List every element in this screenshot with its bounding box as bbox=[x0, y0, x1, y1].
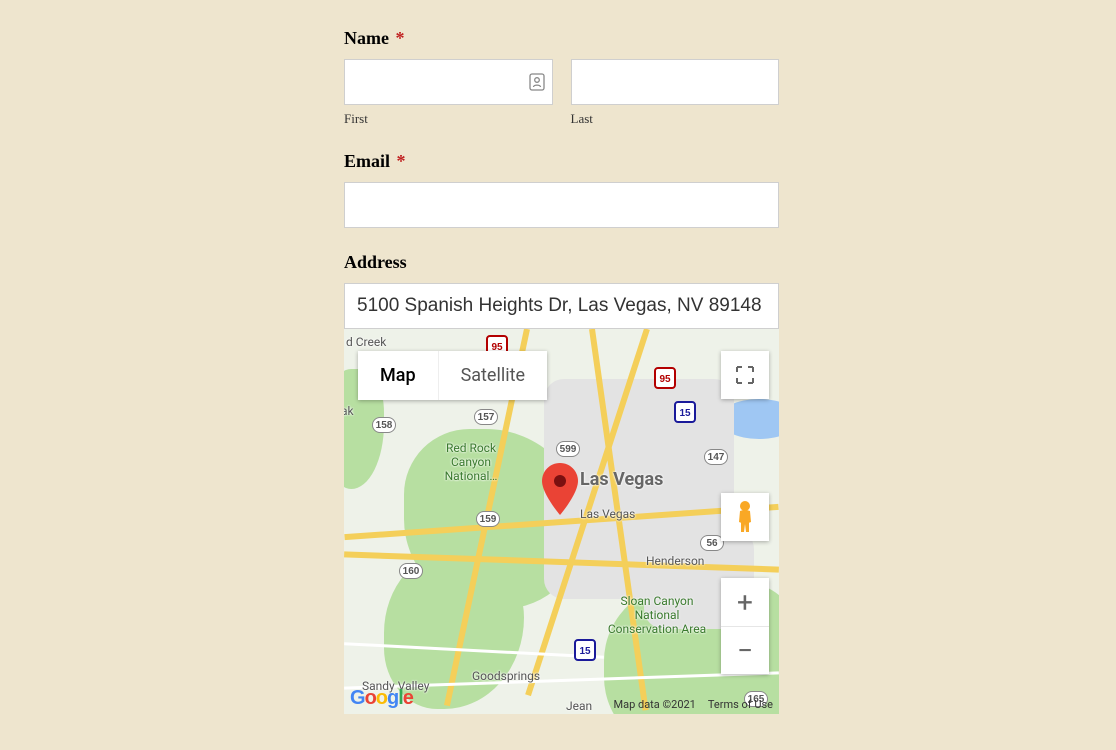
route-shield: 160 bbox=[399, 563, 423, 579]
last-name-input[interactable] bbox=[571, 59, 780, 105]
route-shield: 159 bbox=[476, 511, 500, 527]
map-label: Sloan Canyon National Conservation Area bbox=[602, 594, 712, 636]
last-name-sublabel: Last bbox=[571, 111, 780, 127]
first-name-sublabel: First bbox=[344, 111, 553, 127]
map-footer: Map data ©2021 Terms of Use bbox=[614, 698, 774, 711]
route-shield: 599 bbox=[556, 441, 580, 457]
map-label: Henderson bbox=[646, 554, 704, 568]
google-logo: Google bbox=[350, 687, 413, 710]
map-streetview-button[interactable] bbox=[721, 493, 769, 541]
map-type-satellite-button[interactable]: Satellite bbox=[438, 351, 547, 400]
address-map[interactable]: d Creek ak Red Rock Canyon National… Las… bbox=[344, 329, 779, 714]
pegman-icon bbox=[732, 500, 758, 534]
map-label: Las Vegas bbox=[580, 507, 635, 521]
map-type-toggle: Map Satellite bbox=[358, 351, 547, 400]
email-input[interactable] bbox=[344, 182, 779, 228]
first-name-input[interactable] bbox=[344, 59, 553, 105]
map-fullscreen-button[interactable] bbox=[721, 351, 769, 399]
email-label-text: Email bbox=[344, 151, 390, 171]
map-zoom-control: + − bbox=[721, 578, 769, 674]
address-field-group: Address d Creek ak Red Rock Canyon Natio… bbox=[344, 252, 779, 714]
route-shield: 158 bbox=[372, 417, 396, 433]
map-attribution: Map data ©2021 bbox=[614, 698, 696, 711]
address-input[interactable] bbox=[344, 283, 779, 329]
email-required-marker: * bbox=[397, 151, 406, 171]
name-label-text: Name bbox=[344, 28, 389, 48]
highway-shield: 15 bbox=[674, 401, 696, 423]
map-zoom-in-button[interactable]: + bbox=[721, 578, 769, 626]
name-required-marker: * bbox=[395, 28, 404, 48]
fullscreen-icon bbox=[735, 365, 755, 385]
highway-shield: 95 bbox=[654, 367, 676, 389]
map-zoom-out-button[interactable]: − bbox=[721, 626, 769, 674]
map-label: Goodsprings bbox=[472, 669, 540, 683]
map-label: d Creek bbox=[346, 335, 386, 349]
address-label: Address bbox=[344, 252, 779, 273]
map-label: ak bbox=[344, 404, 354, 418]
route-shield: 147 bbox=[704, 449, 728, 465]
email-label: Email * bbox=[344, 151, 779, 172]
map-label: Red Rock Canyon National… bbox=[426, 441, 516, 483]
map-type-map-button[interactable]: Map bbox=[358, 351, 438, 400]
map-city-label: Las Vegas bbox=[580, 469, 663, 490]
email-field-group: Email * bbox=[344, 151, 779, 228]
map-terms-link[interactable]: Terms of Use bbox=[708, 698, 773, 711]
highway-shield: 15 bbox=[574, 639, 596, 661]
route-shield: 157 bbox=[474, 409, 498, 425]
name-label: Name * bbox=[344, 28, 779, 49]
name-field-group: Name * First Last bbox=[344, 28, 779, 127]
map-label: Jean bbox=[566, 699, 592, 713]
